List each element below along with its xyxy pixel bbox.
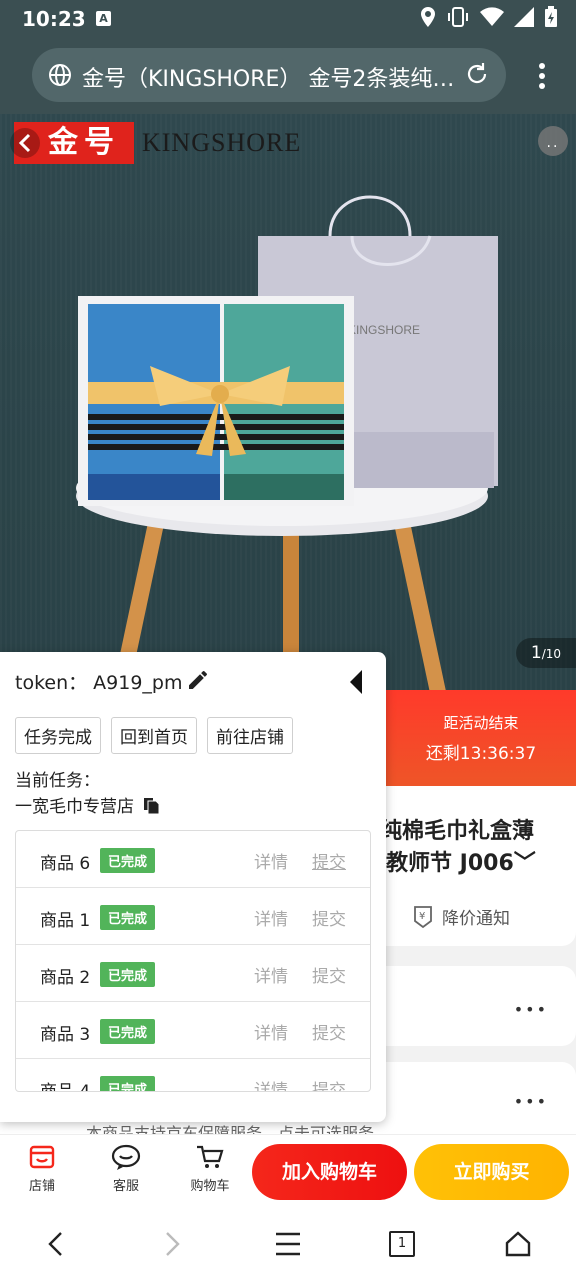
activity-label: 距活动结束 [443,714,519,732]
submit-link[interactable]: 提交 [312,1019,346,1044]
reload-icon[interactable] [464,61,490,87]
copy-icon[interactable] [142,795,160,815]
detail-link[interactable]: 详情 [254,905,288,930]
system-icons [420,6,558,28]
image-total: /10 [541,647,562,661]
page-title: 金号（KINGSHORE） 金号2条装纯… [82,67,452,92]
status-badge: 已完成 [100,848,156,873]
status-time: 10:23 [22,7,86,31]
location-icon [421,7,435,27]
price-tag-icon: ¥ [414,905,432,928]
vibrate-icon [448,7,468,27]
list-item: 商品 6 已完成 详情 提交 [16,831,370,888]
detail-link[interactable]: 详情 [254,848,288,873]
status-bar: 10:23 A [0,0,576,38]
brand-logo: 金号 KINGSHORE [14,122,301,164]
svg-text:¥: ¥ [419,911,425,922]
back-arrow-icon[interactable] [44,1230,68,1258]
edit-pencil-icon[interactable] [186,668,210,692]
task-complete-button[interactable]: 任务完成 [15,717,101,754]
signal-icon [514,7,534,27]
product-photo: KINGSHORE [76,195,498,690]
more-dots-icon: ••• [513,1092,548,1111]
globe-icon [49,64,71,86]
wifi-icon [480,7,504,27]
detail-link[interactable]: 详情 [254,962,288,987]
image-counter: 1/10 [516,638,576,668]
address-bar[interactable]: 金号（KINGSHORE） 金号2条装纯… [32,48,506,102]
product-image-carousel[interactable]: KINGSHORE 金号 KINGSHORE .. 1/10 [0,114,576,690]
submit-link[interactable]: 提交 [312,962,346,987]
list-item: 商品 1 已完成 详情 提交 [16,888,370,945]
activity-countdown-time: 还剩13:36:37 [425,744,537,764]
more-button[interactable]: .. [538,126,568,156]
battery-icon [545,6,557,27]
detail-link[interactable]: 详情 [254,1019,288,1044]
chat-icon [111,1144,141,1170]
bottom-action-bar: 店铺 客服 购物车 加入购物车 立即购买 [0,1134,576,1208]
overflow-menu-icon[interactable] [538,62,546,90]
current-task-label: 当前任务： [15,771,100,791]
status-badge: 已完成 [100,1019,156,1044]
customer-service-button[interactable]: 客服 [96,1143,156,1194]
detail-link[interactable]: 详情 [254,1076,288,1091]
submit-link[interactable]: 提交 [312,905,346,930]
home-icon[interactable] [504,1230,532,1258]
browser-toolbar: 金号（KINGSHORE） 金号2条装纯… [0,38,576,114]
status-badge: 已完成 [100,1076,156,1091]
image-index: 1 [530,643,542,663]
cart-button[interactable]: 购物车 [180,1143,240,1194]
submit-link[interactable]: 提交 [312,848,346,873]
go-to-shop-button[interactable]: 前往店铺 [207,717,293,754]
token-value: A919_pm [93,672,183,694]
list-item: 商品 4 已完成 详情 提交 [16,1059,370,1091]
current-shop: 一宽毛巾专营店 [15,792,160,817]
price-notify-button[interactable]: ¥ 降价通知 [412,904,510,929]
shop-button[interactable]: 店铺 [12,1143,72,1194]
brand-logo-en: KINGSHORE [142,128,302,157]
task-actions: 任务完成 回到首页 前往店铺 [15,717,293,754]
status-badge: 已完成 [100,962,156,987]
app-notification-icon: A [96,11,111,26]
more-dots-icon: ••• [513,1000,548,1019]
chevron-left-icon [18,133,31,153]
shop-icon [29,1145,55,1169]
list-item: 商品 3 已完成 详情 提交 [16,1002,370,1059]
status-badge: 已完成 [100,905,156,930]
submit-link[interactable]: 提交 [312,1076,346,1091]
cart-icon [197,1145,224,1168]
task-product-list[interactable]: 商品 6 已完成 详情 提交 商品 1 已完成 详情 提交 商品 2 已完成 详… [15,830,371,1092]
menu-icon[interactable] [274,1230,302,1258]
forward-arrow-icon[interactable] [160,1230,184,1258]
svg-text:KINGSHORE: KINGSHORE [348,323,420,337]
collapse-panel-icon[interactable] [346,668,366,696]
back-button[interactable] [10,128,40,158]
browser-nav-bar: 1 [0,1208,576,1280]
product-title[interactable]: 纯棉毛巾礼盒薄 教师节 J006﹀ [386,816,576,880]
activity-countdown: 距活动结束 还剩13:36:37 [386,690,576,786]
current-shop-name: 一宽毛巾专营店 [15,797,134,817]
task-panel: token： A919_pm 任务完成 回到首页 前往店铺 当前任务： 一宽毛巾专… [0,652,386,1122]
back-home-button[interactable]: 回到首页 [111,717,197,754]
tabs-button[interactable]: 1 [389,1231,415,1257]
list-item: 商品 2 已完成 详情 提交 [16,945,370,1002]
buy-now-button[interactable]: 立即购买 [414,1144,569,1200]
add-to-cart-button[interactable]: 加入购物车 [252,1144,407,1200]
token-display: token： A919_pm [15,672,183,694]
